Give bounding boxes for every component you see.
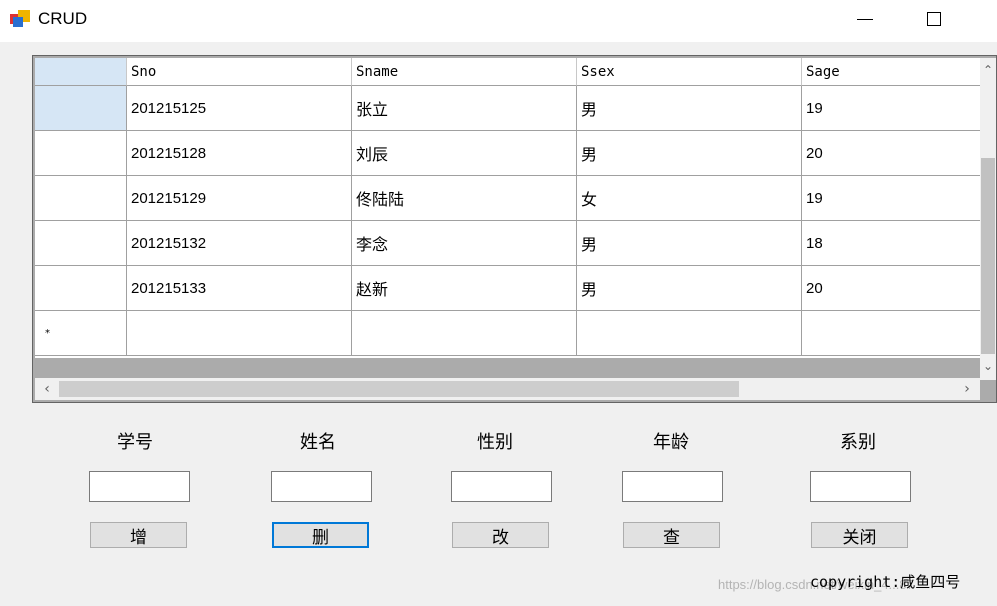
scroll-left-icon[interactable]: ‹ [39, 381, 55, 397]
cell-ssex[interactable]: 女 [577, 176, 802, 221]
age-input[interactable] [622, 471, 723, 502]
vertical-scrollbar[interactable]: ⌃ ⌄ [980, 58, 996, 380]
cell-sage[interactable]: 20 [802, 131, 980, 176]
cell-sname[interactable]: 赵新 [352, 266, 577, 311]
new-row-header[interactable]: * [35, 311, 127, 356]
new-row-cell[interactable] [127, 311, 352, 356]
column-header-sno[interactable]: Sno [127, 58, 352, 86]
query-button[interactable]: 查 [623, 522, 720, 548]
cell-sname[interactable]: 张立 [352, 86, 577, 131]
maximize-button[interactable] [914, 6, 954, 34]
cell-sno[interactable]: 201215133 [127, 266, 352, 311]
name-input[interactable] [271, 471, 372, 502]
cell-sage[interactable]: 20 [802, 266, 980, 311]
gender-input[interactable] [451, 471, 552, 502]
vertical-scroll-thumb[interactable] [981, 158, 995, 354]
student-no-input[interactable] [89, 471, 190, 502]
horizontal-scrollbar[interactable]: ‹ › [35, 378, 980, 400]
cell-sname[interactable]: 刘辰 [352, 131, 577, 176]
window-title: CRUD [38, 9, 88, 28]
scroll-right-icon[interactable]: › [959, 381, 975, 397]
copyright-label: copyright:咸鱼四号 [810, 573, 961, 591]
cell-ssex[interactable]: 男 [577, 221, 802, 266]
label-gender: 性别 [477, 432, 513, 453]
column-header-row: Sno Sname Ssex Sage [35, 58, 980, 86]
new-row-cell[interactable] [352, 311, 577, 356]
new-row-cell[interactable] [802, 311, 980, 356]
cell-sage[interactable]: 18 [802, 221, 980, 266]
cell-sage[interactable]: 19 [802, 86, 980, 131]
title-bar: CRUD [0, 0, 997, 42]
app-icon [10, 10, 30, 27]
update-button[interactable]: 改 [452, 522, 549, 548]
row-header[interactable] [35, 221, 127, 266]
cell-sname[interactable]: 李念 [352, 221, 577, 266]
student-data-grid[interactable]: Sno Sname Ssex Sage 201215125 张立 男 19 20… [32, 55, 997, 403]
row-header[interactable] [35, 266, 127, 311]
new-row-cell[interactable] [577, 311, 802, 356]
scroll-up-icon[interactable]: ⌃ [980, 62, 996, 78]
cell-sno[interactable]: 201215125 [127, 86, 352, 131]
delete-button[interactable]: 删 [272, 522, 369, 548]
cell-sno[interactable]: 201215128 [127, 131, 352, 176]
cell-sname[interactable]: 佟陆陆 [352, 176, 577, 221]
cell-sage[interactable]: 19 [802, 176, 980, 221]
label-age: 年龄 [653, 432, 689, 453]
horizontal-scroll-thumb[interactable] [59, 381, 739, 397]
row-header[interactable] [35, 176, 127, 221]
cell-sno[interactable]: 201215132 [127, 221, 352, 266]
row-header[interactable] [35, 86, 127, 131]
new-row-marker: * [45, 327, 50, 339]
column-header-ssex[interactable]: Ssex [577, 58, 802, 86]
minimize-button[interactable] [846, 6, 886, 34]
cell-ssex[interactable]: 男 [577, 86, 802, 131]
cell-ssex[interactable]: 男 [577, 131, 802, 176]
close-button[interactable]: 关闭 [811, 522, 908, 548]
row-header[interactable] [35, 131, 127, 176]
department-input[interactable] [810, 471, 911, 502]
header-corner[interactable] [35, 58, 127, 86]
cell-sno[interactable]: 201215129 [127, 176, 352, 221]
column-header-sage[interactable]: Sage [802, 58, 980, 86]
scroll-down-icon[interactable]: ⌄ [980, 358, 996, 374]
label-student-no: 学号 [117, 432, 153, 453]
add-button[interactable]: 增 [90, 522, 187, 548]
cell-ssex[interactable]: 男 [577, 266, 802, 311]
label-department: 系别 [840, 432, 876, 453]
label-name: 姓名 [300, 432, 336, 453]
column-header-sname[interactable]: Sname [352, 58, 577, 86]
grid-body[interactable]: Sno Sname Ssex Sage 201215125 张立 男 19 20… [35, 58, 980, 358]
